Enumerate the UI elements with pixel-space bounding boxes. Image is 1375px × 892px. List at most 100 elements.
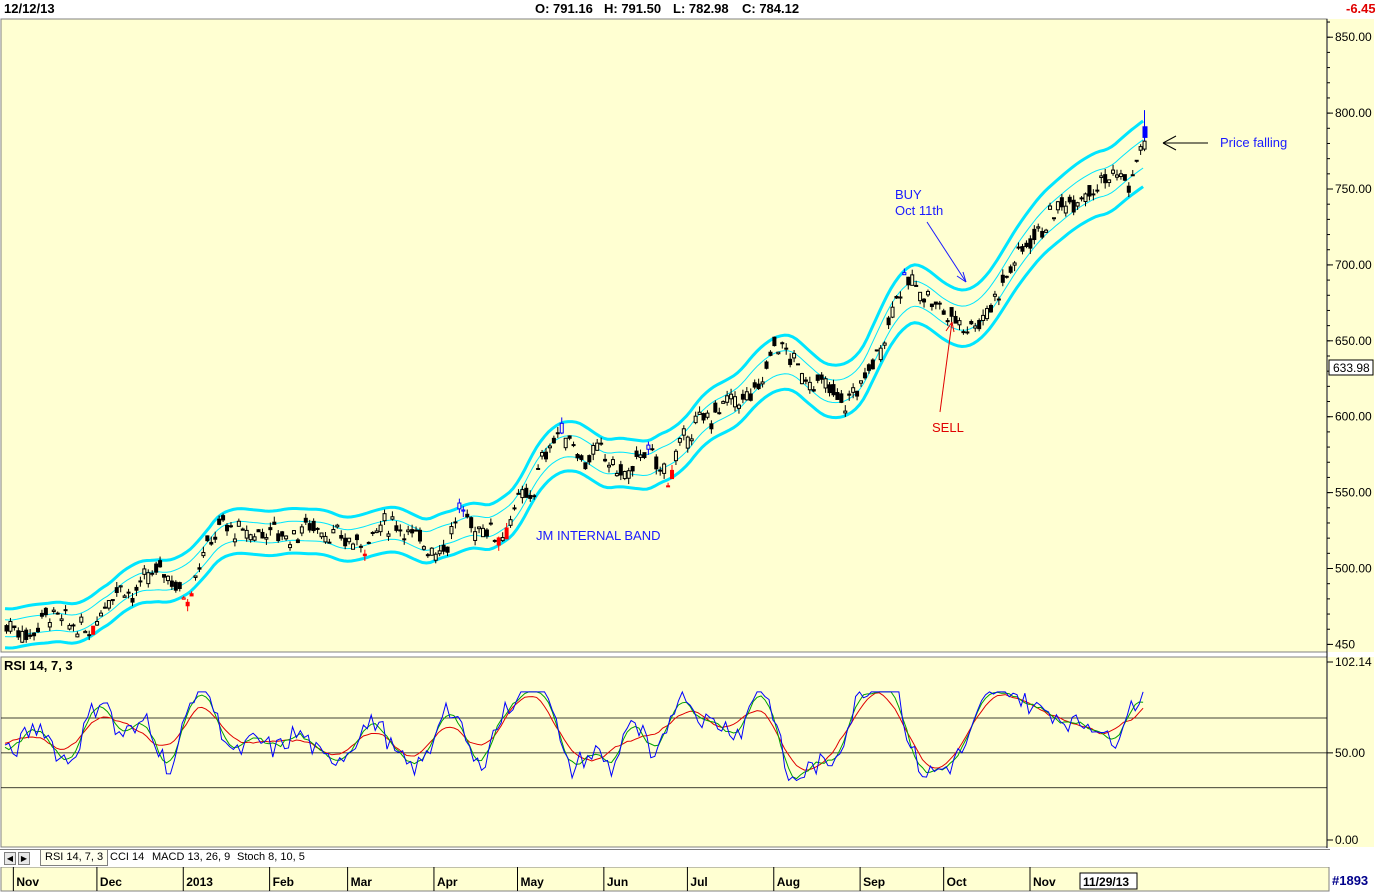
candle-body <box>225 524 230 532</box>
candle-body <box>622 470 627 480</box>
candle-body <box>95 621 100 626</box>
candle-body <box>406 529 411 533</box>
candle-body <box>272 521 277 525</box>
candle-body <box>662 463 667 474</box>
candle-body <box>721 401 726 404</box>
candle-body <box>1051 217 1056 220</box>
candle-body <box>425 554 430 557</box>
tab-scroll-right-icon[interactable]: ▶ <box>18 852 30 865</box>
candle-body <box>740 393 745 400</box>
candle-body <box>646 444 651 450</box>
price-tick-label: 450 <box>1335 637 1355 651</box>
month-label: Mar <box>351 875 373 889</box>
candle-body <box>701 413 706 421</box>
tab-stoch[interactable]: Stoch 8, 10, 5 <box>233 850 309 865</box>
candle-body <box>831 384 836 396</box>
candle-body <box>362 553 367 557</box>
candle-body <box>244 529 249 539</box>
candle-body <box>1067 196 1072 203</box>
candle-body <box>20 630 25 643</box>
candle-body <box>638 454 643 458</box>
candle-body <box>63 609 68 612</box>
candle-body <box>260 531 265 539</box>
price-tick-label: 750.00 <box>1335 182 1372 196</box>
candle-body <box>264 537 269 540</box>
candle-body <box>866 364 871 371</box>
candle-body <box>862 372 867 379</box>
candle-body <box>733 396 738 408</box>
candle-body <box>1048 205 1053 210</box>
candle-body <box>925 290 930 296</box>
tab-macd[interactable]: MACD 13, 26, 9 <box>148 850 234 865</box>
candle-body <box>106 600 111 609</box>
candle-body <box>311 520 316 532</box>
candle-body <box>209 541 214 545</box>
candle-body <box>1000 274 1005 283</box>
candle-body <box>75 633 80 638</box>
candle-body <box>512 507 517 510</box>
candle-body <box>681 428 686 436</box>
candle-body <box>603 458 608 462</box>
candle-body <box>79 616 84 623</box>
candle-body <box>252 536 257 541</box>
candle-body <box>280 531 285 537</box>
candle-body <box>319 532 324 538</box>
month-label: Apr <box>437 875 458 889</box>
candle-body <box>752 382 757 388</box>
candle-body <box>874 349 879 352</box>
band-label: JM INTERNAL BAND <box>536 528 660 543</box>
candle-body <box>299 526 304 534</box>
candle-body <box>335 524 340 528</box>
price-tick-label: 850.00 <box>1335 30 1372 44</box>
candle-body <box>933 301 938 305</box>
tab-scroll-left-icon[interactable]: ◀ <box>4 852 16 865</box>
candle-body <box>528 494 533 499</box>
candle-body <box>736 404 741 409</box>
candle-body <box>32 632 37 637</box>
candle-body <box>532 495 537 498</box>
candle-body <box>130 597 135 603</box>
candle-body <box>508 519 513 526</box>
candle-body <box>323 535 328 543</box>
candle-body <box>1079 197 1084 200</box>
candle-body <box>673 450 678 462</box>
candle-body <box>591 445 596 455</box>
price-falling-label: Price falling <box>1220 135 1287 150</box>
month-label: Sep <box>863 875 885 889</box>
candle-body <box>1130 174 1135 177</box>
price-chart[interactable]: 850.00 800.00 750.00 700.00 650.00 600.00 550.… <box>0 0 1375 892</box>
candle-body <box>213 536 218 540</box>
candle-body <box>610 459 615 466</box>
candle-body <box>811 389 816 392</box>
candle-body <box>284 535 289 540</box>
tab-rsi[interactable]: RSI 14, 7, 3 <box>40 850 109 866</box>
candle-body <box>177 582 182 590</box>
price-marker: 633.98 <box>1333 361 1370 375</box>
candle-body <box>126 591 131 594</box>
candle-body <box>768 351 773 356</box>
candle-body <box>205 535 210 542</box>
candle-body <box>154 563 159 573</box>
candle-body <box>445 546 450 553</box>
candle-body <box>882 342 887 346</box>
candle-body <box>725 395 730 403</box>
candle-body <box>441 544 446 552</box>
candle-body <box>855 390 860 397</box>
candle-body <box>922 298 927 303</box>
candle-body <box>859 380 864 384</box>
candle-body <box>630 466 635 472</box>
candle-body <box>43 607 48 616</box>
month-label: Jun <box>607 875 628 889</box>
candle-body <box>1099 175 1104 178</box>
tab-cci[interactable]: CCI 14 <box>106 850 148 865</box>
rsi-tick-label: 102.14 <box>1335 655 1372 669</box>
candle-body <box>4 625 9 632</box>
candle-body <box>847 393 852 396</box>
candle-body <box>162 574 167 578</box>
candle-body <box>748 393 753 401</box>
candle-body <box>1063 205 1068 214</box>
candle-body <box>1032 228 1037 241</box>
candle-body <box>339 535 344 539</box>
month-label: Nov <box>1033 875 1056 889</box>
candle-body <box>488 522 493 525</box>
